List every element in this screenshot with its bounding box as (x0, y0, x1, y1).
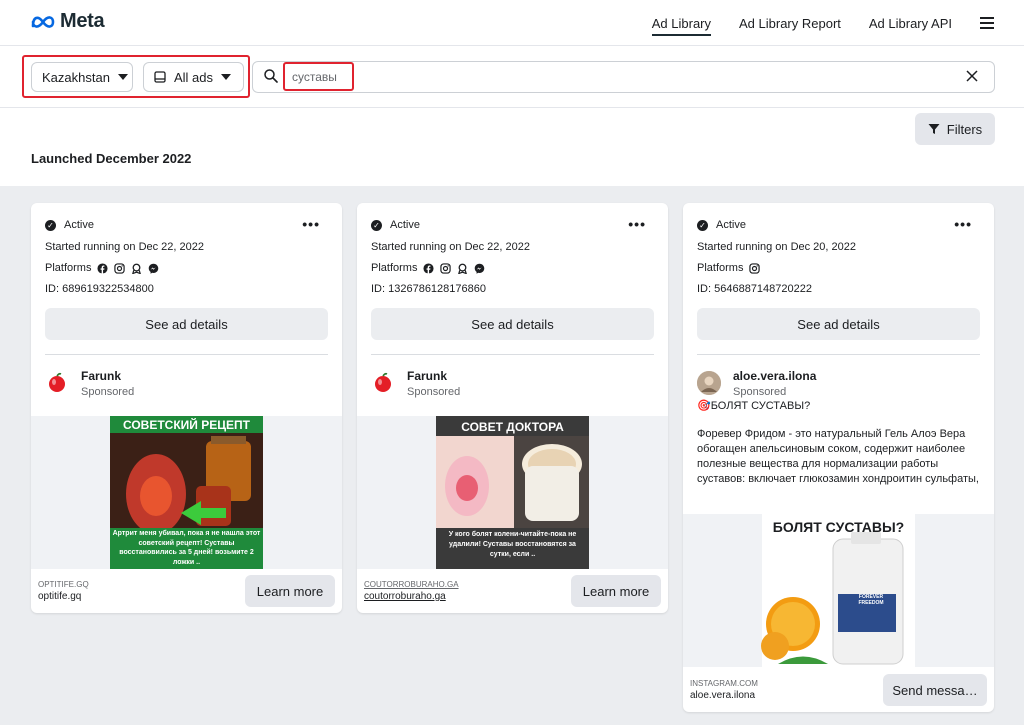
filters-label: Filters (946, 121, 983, 137)
ad-type-icon (154, 71, 166, 83)
facebook-icon (423, 263, 435, 274)
ad-status: Active (716, 219, 746, 231)
country-dropdown[interactable]: Kazakhstan (31, 62, 133, 92)
nav-ad-library-report[interactable]: Ad Library Report (739, 0, 841, 46)
section-title: Launched December 2022 (31, 151, 192, 166)
start-date: Started running on Dec 20, 2022 (697, 241, 857, 253)
ad-footer: OPTITIFE.GQ optitife.gq Learn more (31, 569, 342, 613)
country-value: Kazakhstan (42, 69, 110, 85)
meta-infinity-icon (31, 15, 55, 28)
ad-card: ✓ Active ••• Started running on Dec 22, 2… (357, 203, 668, 613)
footer-domain: COUTORROBURAHO.GA (364, 580, 459, 589)
instagram-icon (749, 263, 761, 274)
apple-logo-icon (375, 372, 391, 392)
chevron-down-icon (117, 74, 128, 80)
footer-link[interactable]: optitife.gq (38, 591, 81, 602)
sponsored-label: Sponsored (407, 386, 461, 398)
nav-ad-library[interactable]: Ad Library (651, 0, 712, 46)
see-ad-details-button[interactable]: See ad details (45, 308, 328, 340)
product-label: FOREVER FREEDOM (858, 594, 884, 606)
clear-search-icon[interactable] (966, 70, 978, 82)
platforms-label: Platforms (45, 262, 92, 274)
meta-logo[interactable]: Meta (30, 10, 105, 33)
send-message-button[interactable]: Send messa… (883, 674, 987, 706)
more-options-icon[interactable]: ••• (302, 216, 320, 232)
creative-caption-text: У кого болят колени-читайте-пока не удал… (448, 531, 577, 558)
messenger-icon (475, 263, 485, 274)
platforms-label: Platforms (697, 262, 744, 274)
divider (45, 354, 328, 355)
advertiser-avatar[interactable] (697, 371, 721, 395)
ad-status: Active (64, 219, 94, 231)
platforms-row: Platforms (371, 258, 654, 279)
ad-card: ✓ Active ••• Started running on Dec 20, 2… (683, 203, 994, 712)
platforms-row: Platforms (697, 258, 980, 279)
footer-domain: INSTAGRAM.COM (690, 679, 758, 688)
check-icon: ✓ (45, 219, 56, 231)
advertiser-row: Farunk Sponsored (357, 355, 668, 415)
profile-photo-icon (697, 371, 721, 395)
search-input[interactable] (292, 68, 352, 86)
creative-banner-text: БОЛЯТ СУСТАВЫ? (772, 519, 905, 535)
ad-footer: INSTAGRAM.COM aloe.vera.ilona Send messa… (683, 667, 994, 711)
ad-id: ID: 5646887148720222 (697, 283, 812, 295)
chevron-down-icon (221, 74, 232, 80)
platforms-row: Platforms (45, 258, 328, 279)
top-nav: Ad Library Ad Library Report Ad Library … (651, 0, 994, 46)
check-icon: ✓ (697, 219, 708, 231)
ad-id: ID: 1326786128176860 (371, 283, 486, 295)
logo-text: Meta (60, 10, 105, 32)
filters-button[interactable]: Filters (915, 113, 995, 145)
advertiser-row: Farunk Sponsored (31, 355, 342, 415)
search-icon (264, 69, 278, 83)
creative-caption-text: Артрит меня убивал, пока я не нашла этот… (112, 530, 261, 566)
audience-network-icon (132, 263, 142, 274)
learn-more-button[interactable]: Learn more (245, 575, 335, 607)
ad-id: ID: 689619322534800 (45, 283, 154, 295)
hamburger-menu-icon[interactable] (980, 17, 994, 29)
creative-banner-text: СОВЕТ ДОКТОРА (461, 420, 564, 434)
start-date: Started running on Dec 22, 2022 (45, 241, 205, 253)
results-header (0, 108, 1024, 186)
filter-icon (928, 124, 940, 134)
advertiser-avatar[interactable] (45, 371, 69, 395)
instagram-icon (440, 263, 452, 274)
sponsored-label: Sponsored (733, 386, 787, 398)
ad-type-dropdown[interactable]: All ads (143, 62, 244, 92)
see-ad-details-button[interactable]: See ad details (371, 308, 654, 340)
ad-card: ✓ Active ••• Started running on Dec 22, 2… (31, 203, 342, 613)
ad-body-text: Форевер Фридом - это натуральный Гель Ал… (697, 428, 979, 489)
advertiser-row: aloe.vera.ilona Sponsored (683, 355, 994, 399)
top-bar: Meta Ad Library Ad Library Report Ad Lib… (0, 0, 1024, 46)
see-ad-details-button[interactable]: See ad details (697, 308, 980, 340)
instagram-icon (114, 263, 126, 274)
footer-link[interactable]: aloe.vera.ilona (690, 690, 755, 701)
sponsored-label: Sponsored (81, 386, 135, 398)
more-options-icon[interactable]: ••• (628, 216, 646, 232)
facebook-icon (97, 263, 109, 274)
apple-logo-icon (49, 372, 65, 392)
ad-status: Active (390, 219, 420, 231)
platforms-label: Platforms (371, 262, 418, 274)
more-options-icon[interactable]: ••• (954, 216, 972, 232)
start-date: Started running on Dec 22, 2022 (371, 241, 531, 253)
creative-banner-text: СОВЕТСКИЙ РЕЦЕПТ (122, 418, 250, 432)
divider (697, 354, 980, 355)
footer-link[interactable]: coutorroburaho.ga (364, 591, 446, 602)
ad-footer: COUTORROBURAHO.GA coutorroburaho.ga Lear… (357, 569, 668, 613)
footer-domain: OPTITIFE.GQ (38, 580, 89, 589)
check-icon: ✓ (371, 219, 382, 231)
search-field[interactable] (252, 61, 995, 93)
ad-type-value: All ads (174, 69, 214, 85)
messenger-icon (149, 263, 159, 274)
audience-network-icon (458, 263, 468, 274)
advertiser-name[interactable]: Farunk (407, 369, 460, 383)
advertiser-avatar[interactable] (371, 371, 395, 395)
advertiser-name[interactable]: Farunk (81, 369, 134, 383)
ad-headline: 🎯БОЛЯТ СУСТАВЫ? (697, 400, 811, 412)
advertiser-name[interactable]: aloe.vera.ilona (733, 369, 816, 383)
divider (371, 354, 654, 355)
learn-more-button[interactable]: Learn more (571, 575, 661, 607)
nav-ad-library-api[interactable]: Ad Library API (869, 0, 952, 46)
